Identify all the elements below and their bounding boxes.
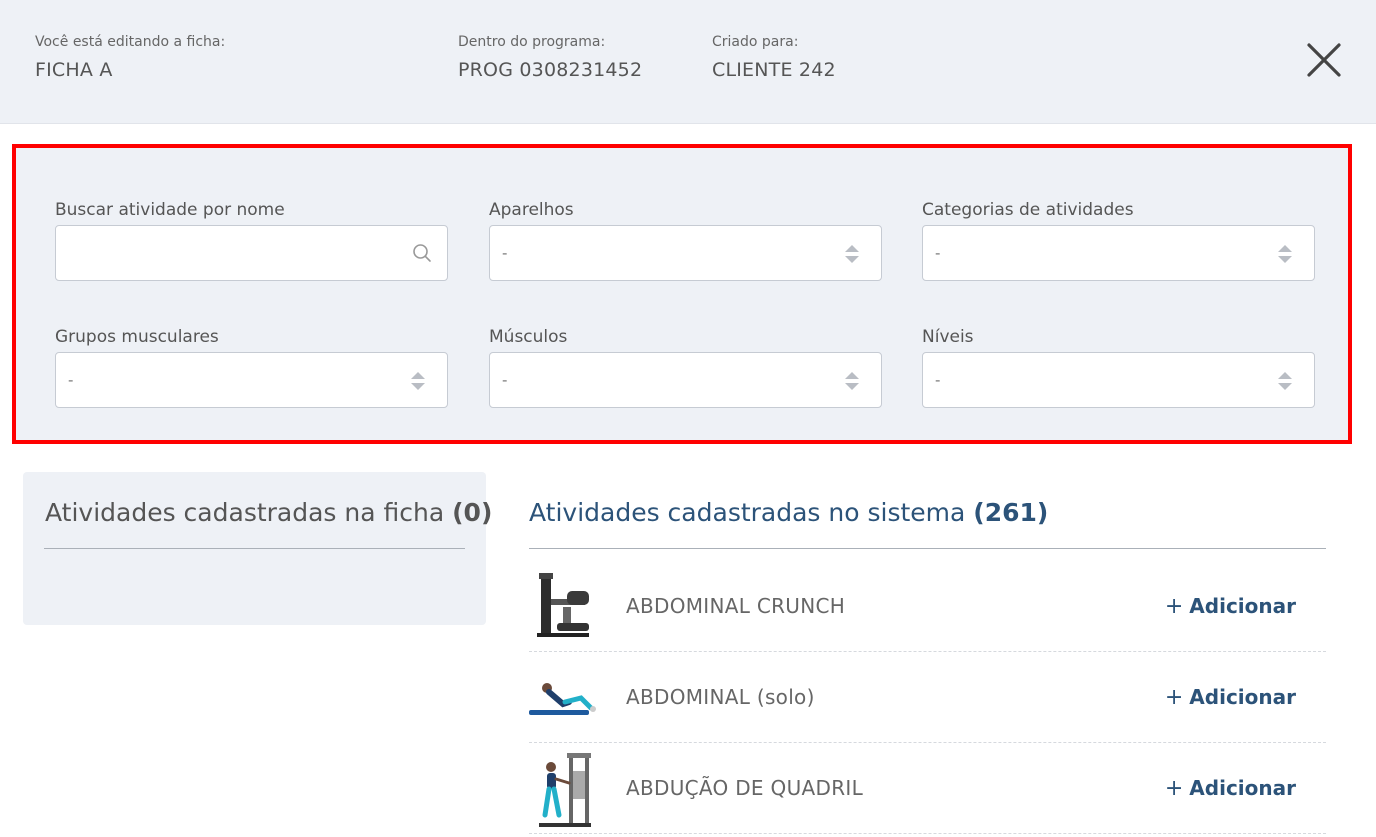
list-item: ABDOMINAL CRUNCH + Adicionar — [529, 561, 1326, 652]
editing-value: FICHA A — [35, 59, 113, 81]
list-item: ABDUÇÃO DE QUADRIL + Adicionar — [529, 743, 1326, 834]
musculos-value: - — [502, 371, 508, 389]
search-label: Buscar atividade por nome — [55, 200, 285, 220]
musculos-label: Músculos — [489, 327, 568, 347]
search-field[interactable] — [55, 225, 448, 281]
activity-thumbnail — [539, 753, 591, 827]
system-count: (261) — [973, 498, 1049, 527]
activity-name: ABDOMINAL (solo) — [626, 685, 815, 709]
sort-arrows-icon — [845, 245, 859, 263]
activity-name: ABDUÇÃO DE QUADRIL — [626, 776, 864, 800]
categorias-label: Categorias de atividades — [922, 200, 1134, 220]
ficha-count: (0) — [452, 498, 493, 527]
sort-arrows-icon — [1278, 372, 1292, 390]
sort-arrows-icon — [411, 372, 425, 390]
editing-info: Você está editando a ficha: FICHA A — [35, 34, 225, 81]
client-label: Criado para: — [712, 34, 799, 50]
categorias-value: - — [935, 244, 941, 262]
ficha-activities-title: Atividades cadastradas na ficha (0) — [45, 498, 492, 527]
divider — [44, 548, 465, 549]
editing-label: Você está editando a ficha: — [35, 34, 226, 50]
sort-arrows-icon — [1278, 245, 1292, 263]
close-button[interactable] — [1306, 42, 1342, 78]
ficha-title-text: Atividades cadastradas na ficha — [45, 498, 445, 527]
divider — [529, 548, 1326, 549]
plus-icon: + — [1164, 685, 1184, 710]
system-activities-title: Atividades cadastradas no sistema (261) — [529, 498, 1048, 527]
program-value: PROG 0308231452 — [458, 59, 643, 81]
program-label: Dentro do programa: — [458, 34, 606, 50]
system-title-text: Atividades cadastradas no sistema — [529, 498, 966, 527]
close-icon — [1307, 43, 1341, 77]
grupos-select[interactable]: - — [55, 352, 448, 408]
add-label: Adicionar — [1189, 594, 1296, 618]
filters-panel: Buscar atividade por nome Aparelhos - Ca… — [12, 144, 1352, 444]
sort-arrows-icon — [845, 372, 859, 390]
aparelhos-label: Aparelhos — [489, 200, 574, 220]
activity-thumbnail — [529, 683, 596, 715]
page-header: Você está editando a ficha: FICHA A Dent… — [0, 0, 1376, 124]
add-activity-button[interactable]: + Adicionar — [1165, 685, 1296, 710]
add-activity-button[interactable]: + Adicionar — [1165, 776, 1296, 801]
categorias-select[interactable]: - — [922, 225, 1315, 281]
client-value: CLIENTE 242 — [712, 59, 836, 81]
grupos-value: - — [68, 371, 74, 389]
niveis-label: Níveis — [922, 327, 974, 347]
activity-thumbnail — [537, 573, 589, 637]
aparelhos-value: - — [502, 244, 508, 262]
niveis-value: - — [935, 371, 941, 389]
list-item: ABDOMINAL (solo) + Adicionar — [529, 652, 1326, 743]
add-label: Adicionar — [1189, 776, 1296, 800]
plus-icon: + — [1164, 594, 1184, 619]
search-input[interactable] — [66, 228, 400, 280]
niveis-select[interactable]: - — [922, 352, 1315, 408]
ficha-activities-panel: Atividades cadastradas na ficha (0) — [23, 472, 492, 625]
plus-icon: + — [1164, 776, 1184, 801]
program-info: Dentro do programa: PROG 0308231452 — [458, 34, 642, 81]
activity-name: ABDOMINAL CRUNCH — [626, 594, 846, 618]
add-label: Adicionar — [1189, 685, 1296, 709]
add-activity-button[interactable]: + Adicionar — [1165, 594, 1296, 619]
aparelhos-select[interactable]: - — [489, 225, 882, 281]
search-icon — [413, 244, 431, 262]
musculos-select[interactable]: - — [489, 352, 882, 408]
client-info: Criado para: CLIENTE 242 — [712, 34, 836, 81]
grupos-label: Grupos musculares — [55, 327, 219, 347]
